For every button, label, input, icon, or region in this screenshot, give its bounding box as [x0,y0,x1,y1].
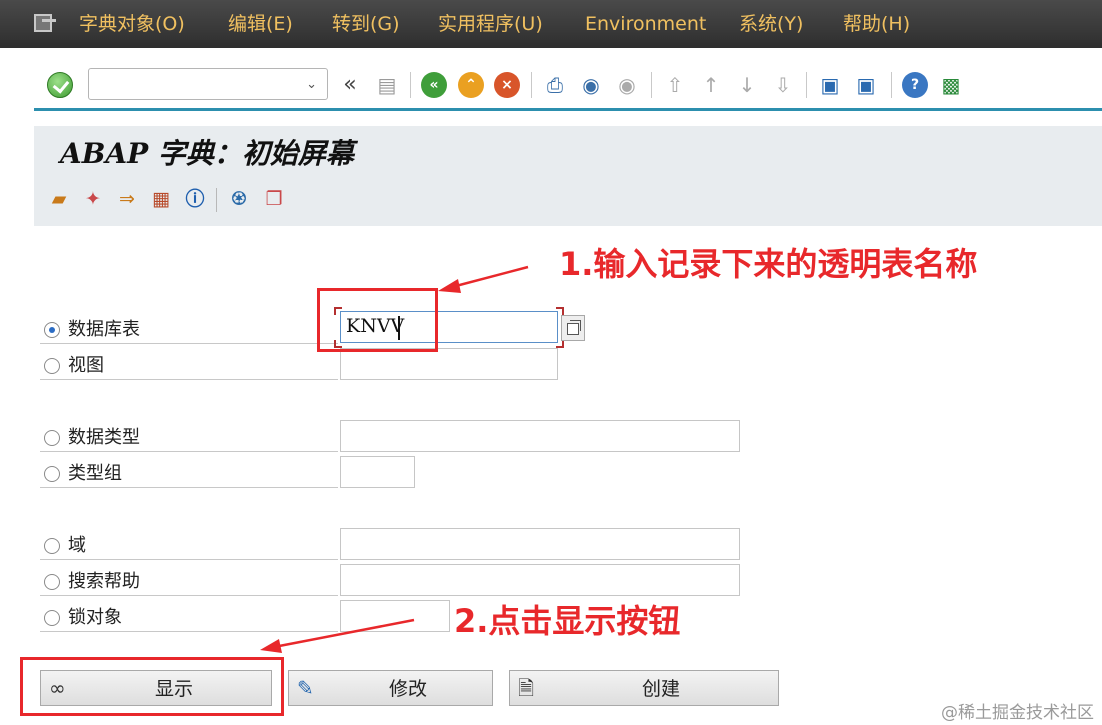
arrow-to-display [273,618,415,649]
arrowhead-to-input [438,279,461,293]
arrowhead-to-display [260,639,282,653]
annotation-step-2: 2.点击显示按钮 [454,602,681,640]
arrow-to-input [451,265,529,289]
annotation-step-1: 1.输入记录下来的透明表名称 [559,245,978,283]
watermark: @稀土掘金技术社区 [941,703,1094,723]
